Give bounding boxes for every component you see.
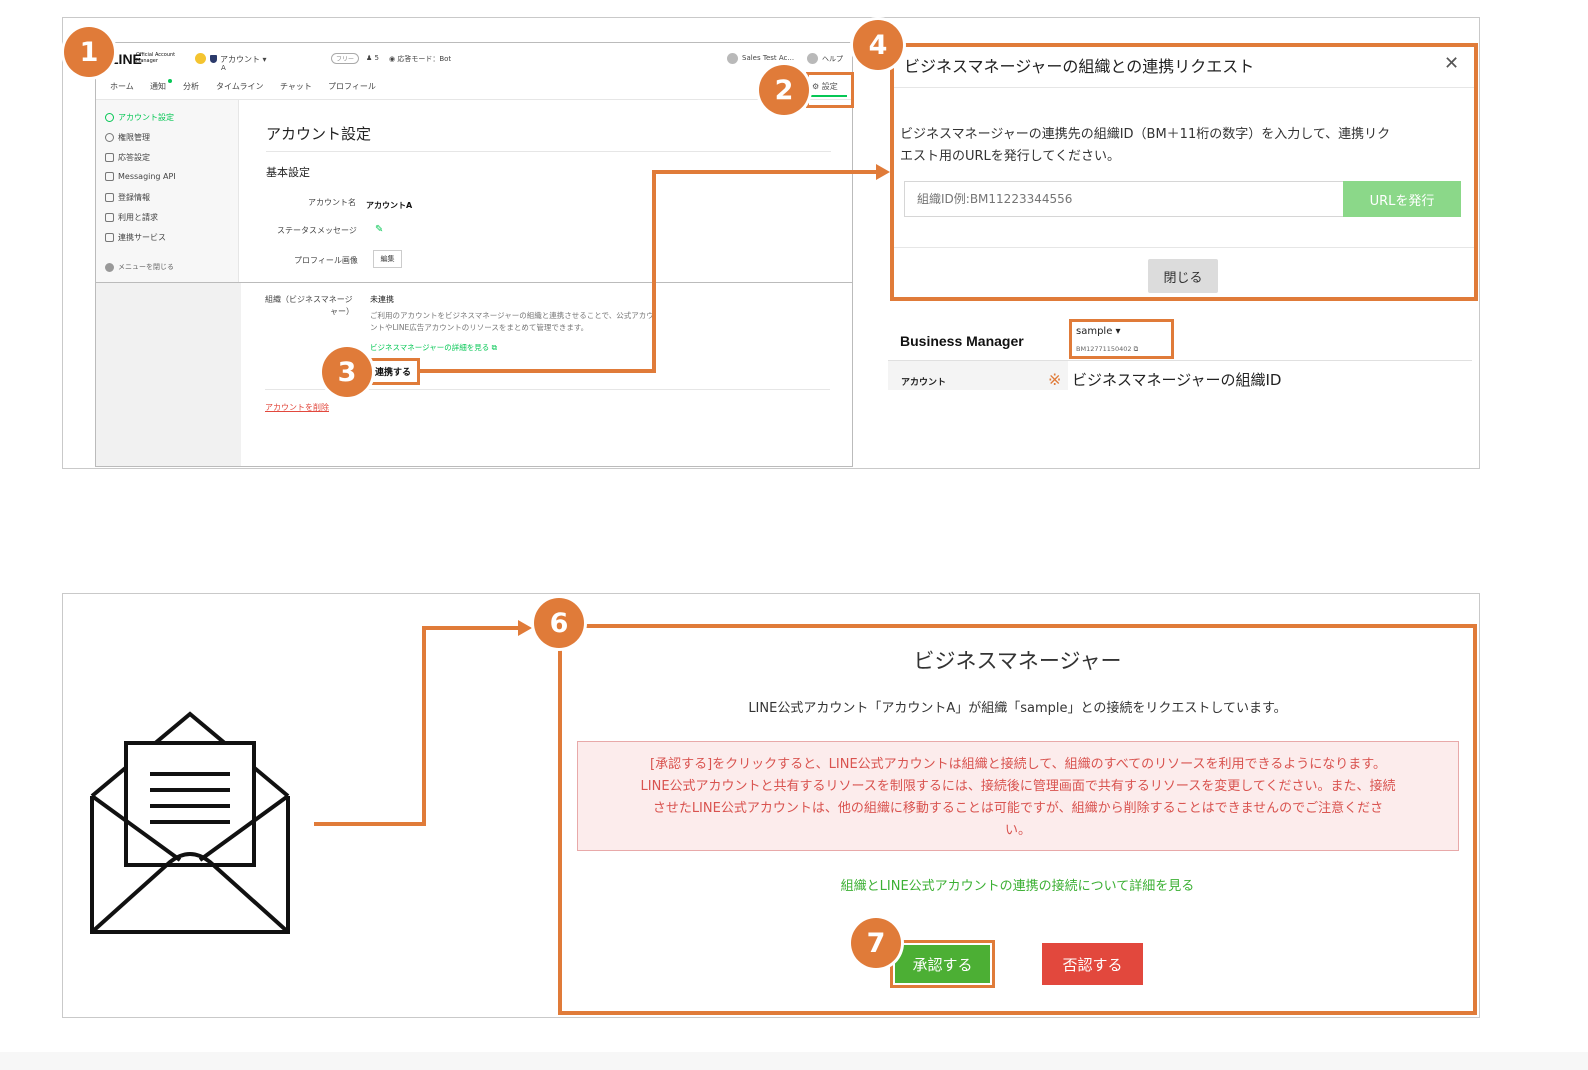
warning-line-2: LINE公式アカウントと共有するリソースを制限するには、接続後に管理画面で共有す… [640, 779, 1396, 794]
status-message-label: ステータスメッセージ [277, 226, 357, 235]
org-description-2: ントやLINE広告アカウントのリソースをまとめて管理できます。 [370, 323, 589, 332]
receipt-icon [105, 213, 114, 222]
line-logo-sub: Official Account Manager [136, 52, 176, 64]
warning-line-4: い。 [1004, 823, 1031, 838]
connector-arrowhead [876, 164, 890, 180]
step-badge-4: 4 [853, 20, 903, 70]
sidebar-item-messaging-api[interactable]: Messaging API [105, 172, 176, 181]
account-name-value: アカウントA [366, 201, 413, 210]
bm-row-label: アカウント [901, 378, 947, 388]
org-label-2: ャー） [330, 307, 354, 316]
notification-dot [168, 79, 172, 83]
sidebar-item-permissions[interactable]: 権限管理 [105, 132, 150, 143]
sidebar-item-registration[interactable]: 登録情報 [105, 192, 150, 203]
dialog-close-icon[interactable]: ✕ [1444, 53, 1459, 74]
connection-details-link[interactable]: 組織とLINE公式アカウントの連携の接続について詳細を見る [558, 875, 1477, 894]
org-description-1: ご利用のアカウントをビジネスマネージャーの組織と連携させることで、公式アカウ [370, 311, 654, 320]
settings-tab-highlight [806, 72, 854, 108]
approve-button-highlight [890, 940, 995, 988]
email-connector-arrowhead [518, 620, 532, 636]
tab-timeline[interactable]: タイムライン [216, 81, 263, 92]
step-badge-6: 6 [534, 598, 584, 648]
sidebar-close-menu[interactable]: メニューを閉じる [105, 262, 174, 272]
collapse-icon [105, 262, 114, 272]
people-icon [105, 133, 114, 142]
step-badge-7: 7 [851, 918, 901, 968]
bm-note-mark: ※ [1048, 370, 1062, 389]
email-connector-horizontal [314, 822, 426, 826]
org-value: 未連携 [370, 295, 394, 304]
connector-horizontal-top [652, 170, 878, 174]
reject-button[interactable]: 否認する [1042, 943, 1143, 985]
plan-badge: フリー [331, 53, 360, 64]
pencil-icon[interactable]: ✎ [375, 224, 383, 235]
email-connector-top [422, 626, 520, 630]
account-selector-sub: A [221, 64, 226, 72]
dialog-description-1: ビジネスマネージャーの連携先の組織ID（BM＋11桁の数字）を入力して、連携リク [900, 127, 1391, 142]
profile-image-edit-button[interactable]: 編集 [373, 250, 402, 268]
screen-overlay [96, 282, 241, 466]
account-selector[interactable]: アカウント ▾ [220, 54, 267, 65]
org-label-1: 組織（ビジネスマネージ [265, 295, 353, 304]
reply-icon [105, 153, 114, 162]
user-icon [727, 53, 738, 64]
dialog-close-button[interactable]: 閉じる [1148, 259, 1218, 293]
shield-icon [210, 55, 217, 63]
tab-profile[interactable]: プロフィール [328, 81, 376, 92]
sidebar-item-billing[interactable]: 利用と請求 [105, 212, 158, 223]
dialog-title: ビジネスマネージャーの組織との連携リクエスト [904, 57, 1255, 76]
dialog-footer-divider [894, 247, 1474, 248]
step-badge-1: 1 [64, 27, 114, 77]
link-icon [105, 233, 114, 242]
url-request-dialog: ビジネスマネージャーの組織との連携リクエスト ✕ ビジネスマネージャーの連携先の… [890, 43, 1478, 301]
warning-line-3: させたLINE公式アカウントは、他の組織に移動することは可能ですが、組織から削除… [652, 801, 1384, 816]
user-name[interactable]: Sales Test Ac... [742, 54, 794, 62]
page-title: アカウント設定 [266, 125, 372, 143]
page-bottom-strip [0, 1052, 1588, 1070]
person-icon [105, 113, 114, 122]
org-id-input[interactable] [904, 181, 1347, 217]
approval-request-text: LINE公式アカウント「アカウントA」が組織「sample」との接続をリクエスト… [748, 701, 1287, 716]
bm-org-highlight [1069, 319, 1174, 359]
title-divider [266, 151, 831, 152]
help-link[interactable]: ヘルプ [822, 54, 843, 64]
approval-title: ビジネスマネージャー [913, 649, 1122, 673]
step-badge-3: 3 [322, 347, 372, 397]
account-name-label: アカウント名 [308, 198, 356, 207]
sidebar-item-account-settings[interactable]: アカウント設定 [105, 112, 174, 123]
delete-account-link[interactable]: アカウントを削除 [265, 402, 329, 413]
connector-horizontal-bottom [420, 369, 656, 373]
step-badge-2: 2 [759, 65, 809, 115]
help-icon [807, 53, 818, 64]
connector-vertical [652, 170, 656, 373]
document-icon [105, 193, 114, 202]
bm-details-link[interactable]: ビジネスマネージャーの詳細を見る ⧉ [370, 342, 497, 353]
response-mode: ◉ 応答モード：Bot [389, 55, 452, 63]
dialog-description-2: エスト用のURLを発行してください。 [900, 149, 1121, 164]
followers-count: ♟ 5 [366, 54, 379, 62]
tab-notifications[interactable]: 通知 [150, 81, 166, 92]
bm-note: ビジネスマネージャーの組織ID [1072, 371, 1282, 389]
tab-analytics[interactable]: 分析 [183, 81, 199, 92]
sidebar-item-integrations[interactable]: 連携サービス [105, 232, 166, 243]
envelope-icon [90, 711, 290, 934]
tab-chat[interactable]: チャット [280, 81, 312, 92]
email-connector-vertical [422, 626, 426, 826]
warning-line-1: [承認する]をクリックすると、LINE公式アカウントは組織と接続して、組織のすべ… [650, 757, 1386, 772]
dialog-title-divider [894, 87, 1474, 88]
overlay-divider [241, 282, 852, 283]
bm-title: Business Manager [900, 333, 1024, 349]
api-icon [105, 172, 114, 181]
section-title: 基本設定 [266, 166, 310, 179]
issue-url-button[interactable]: URLを発行 [1343, 181, 1461, 217]
tab-home[interactable]: ホーム [110, 81, 134, 92]
profile-image-label: プロフィール画像 [294, 256, 358, 265]
account-avatar-icon [195, 53, 206, 64]
sidebar-item-response[interactable]: 応答設定 [105, 152, 150, 163]
